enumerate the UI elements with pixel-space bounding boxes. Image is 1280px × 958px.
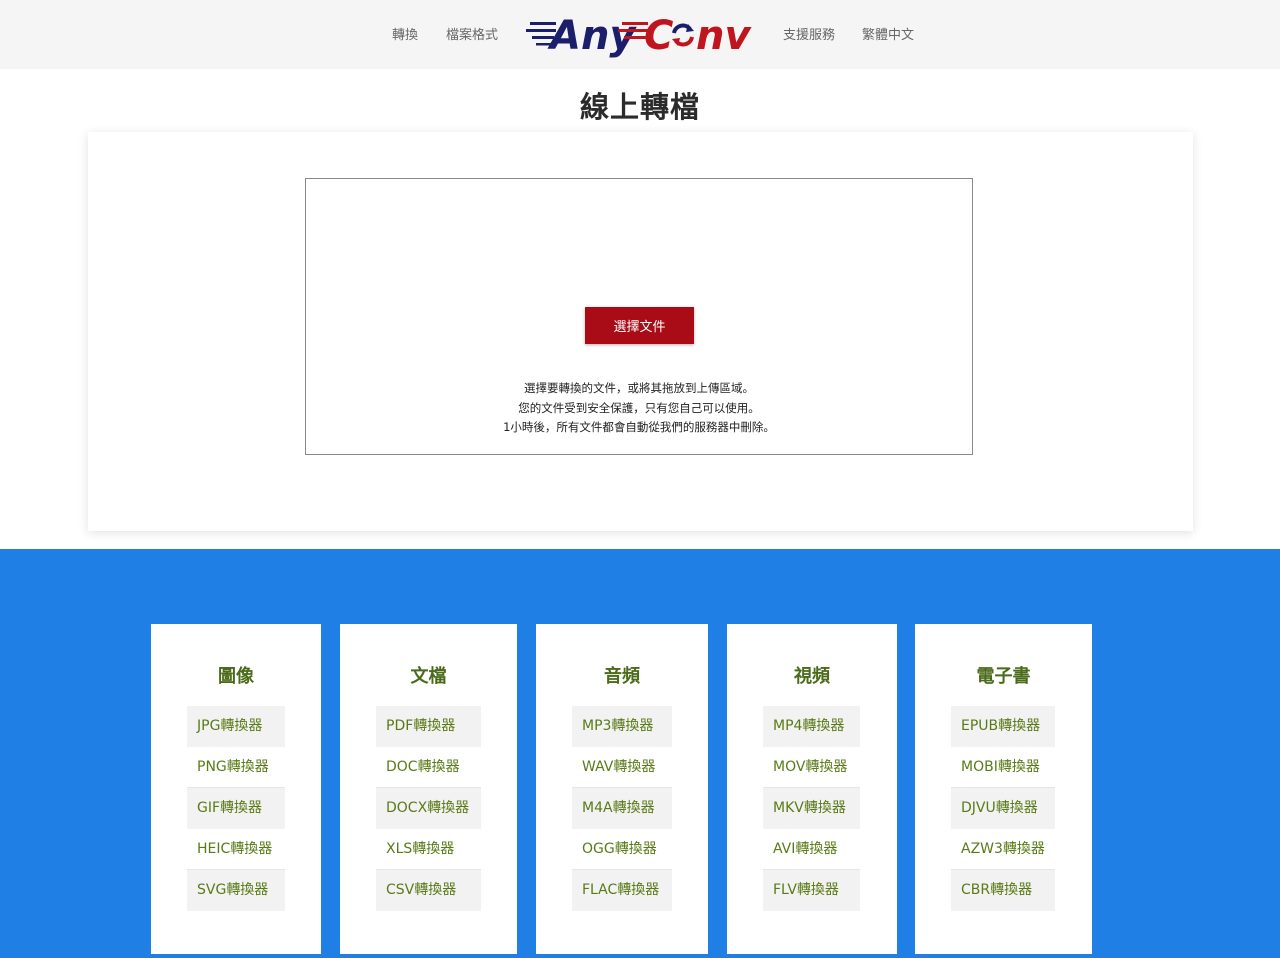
page-title: 線上轉檔 xyxy=(579,90,700,124)
nav-formats-link[interactable]: 檔案格式 xyxy=(446,24,498,43)
converter-link[interactable]: AVI轉換器 xyxy=(763,829,860,870)
converter-link[interactable]: JPG轉換器 xyxy=(187,706,285,747)
file-drop-zone[interactable]: 選擇文件 選擇要轉換的文件，或將其拖放到上傳區域。 您的文件受到安全保護，只有您… xyxy=(305,178,973,455)
converter-link[interactable]: M4A轉換器 xyxy=(572,788,672,829)
converter-link[interactable]: MOV轉換器 xyxy=(763,747,860,788)
category-card-video: 視頻 MP4轉換器 MOV轉換器 MKV轉換器 AVI轉換器 FLV轉換器 xyxy=(727,624,897,954)
converter-link[interactable]: DOCX轉換器 xyxy=(376,788,481,829)
converter-link[interactable]: MP4轉換器 xyxy=(763,706,860,747)
converter-link[interactable]: WAV轉換器 xyxy=(572,747,672,788)
nav-language-selector[interactable]: 繁體中文 xyxy=(862,24,914,43)
converter-link[interactable]: GIF轉換器 xyxy=(187,788,285,829)
nav-support-link[interactable]: 支援服務 xyxy=(783,24,835,43)
category-card-ebooks: 電子書 EPUB轉換器 MOBI轉換器 DJVU轉換器 AZW3轉換器 CBR轉… xyxy=(915,624,1092,954)
top-navigation-bar: 轉換 檔案格式 Any C nv 支援服務 繁體中文 xyxy=(0,0,1280,69)
converter-link[interactable]: SVG轉換器 xyxy=(187,870,285,911)
converter-link[interactable]: FLAC轉換器 xyxy=(572,870,672,911)
converter-link[interactable]: FLV轉換器 xyxy=(763,870,860,911)
category-title: 視頻 xyxy=(794,666,830,687)
svg-text:nv: nv xyxy=(696,13,752,58)
category-card-audio: 音頻 MP3轉換器 WAV轉換器 M4A轉換器 OGG轉換器 FLAC轉換器 xyxy=(536,624,708,954)
nav-convert-link[interactable]: 轉換 xyxy=(392,24,418,43)
converter-link[interactable]: AZW3轉換器 xyxy=(951,829,1055,870)
upload-hint-line-2: 您的文件受到安全保護，只有您自己可以使用。 xyxy=(518,400,760,415)
svg-text:C: C xyxy=(644,13,673,58)
converter-link[interactable]: OGG轉換器 xyxy=(572,829,672,870)
converter-link[interactable]: DJVU轉換器 xyxy=(951,788,1055,829)
category-title: 文檔 xyxy=(410,666,447,687)
upload-card: 選擇文件 選擇要轉換的文件，或將其拖放到上傳區域。 您的文件受到安全保護，只有您… xyxy=(88,132,1193,531)
category-title: 圖像 xyxy=(218,666,254,687)
anyconv-logo[interactable]: Any C nv xyxy=(526,8,752,58)
category-title: 音頻 xyxy=(604,666,640,687)
converter-link[interactable]: CBR轉換器 xyxy=(951,870,1055,911)
converter-link[interactable]: HEIC轉換器 xyxy=(187,829,285,870)
converter-link[interactable]: MKV轉換器 xyxy=(763,788,860,829)
converter-link[interactable]: PNG轉換器 xyxy=(187,747,285,788)
svg-text:Any: Any xyxy=(547,13,637,58)
category-card-images: 圖像 JPG轉換器 PNG轉換器 GIF轉換器 HEIC轉換器 SVG轉換器 xyxy=(151,624,321,954)
converter-link[interactable]: MOBI轉換器 xyxy=(951,747,1055,788)
upload-hint-line-1: 選擇要轉換的文件，或將其拖放到上傳區域。 xyxy=(524,381,754,395)
category-card-documents: 文檔 PDF轉換器 DOC轉換器 DOCX轉換器 XLS轉換器 CSV轉換器 xyxy=(340,624,517,954)
converter-link[interactable]: MP3轉換器 xyxy=(572,706,672,747)
converter-link[interactable]: XLS轉換器 xyxy=(376,829,481,870)
converter-link[interactable]: CSV轉換器 xyxy=(376,870,481,911)
upload-hint-line-3: 1小時後，所有文件都會自動從我們的服務器中刪除。 xyxy=(503,420,775,434)
converter-link[interactable]: EPUB轉換器 xyxy=(951,706,1055,747)
converter-link[interactable]: PDF轉換器 xyxy=(376,706,481,747)
choose-file-button[interactable]: 選擇文件 xyxy=(585,307,694,344)
category-title: 電子書 xyxy=(976,666,1031,687)
converter-link[interactable]: DOC轉換器 xyxy=(376,747,481,788)
